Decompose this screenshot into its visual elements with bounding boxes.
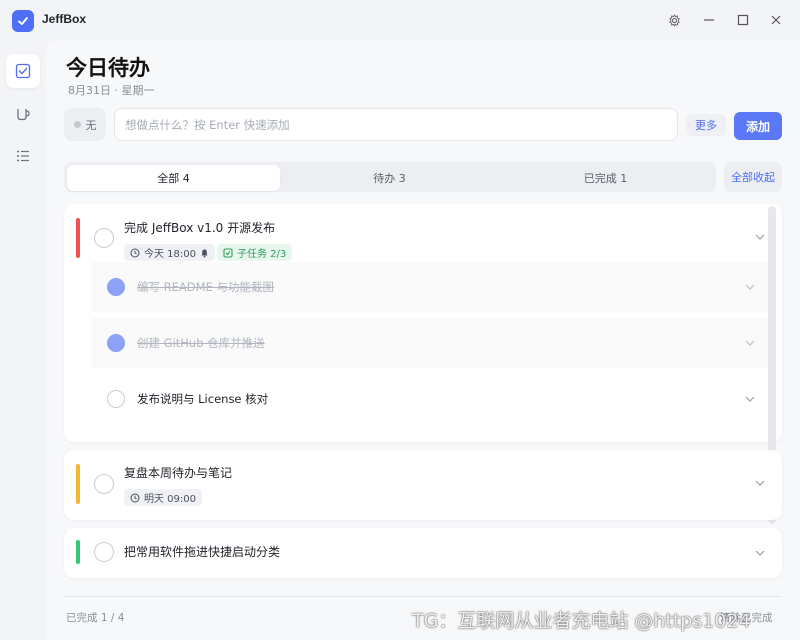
task-title[interactable]: 完成 JeffBox v1.0 开源发布 — [124, 219, 275, 236]
minimize-button[interactable] — [697, 8, 721, 32]
subtask-checkbox[interactable] — [107, 278, 125, 296]
subtask-row: 编写 README 与功能截图 — [92, 262, 768, 312]
footer-divider — [64, 596, 782, 597]
new-task-input[interactable] — [114, 108, 678, 141]
bell-icon — [201, 249, 208, 257]
rail-item-tasks[interactable] — [6, 54, 40, 88]
settings-button[interactable] — [662, 8, 686, 32]
close-button[interactable] — [764, 8, 788, 32]
completed-count: 已完成 1 / 4 — [66, 612, 125, 624]
task-title[interactable]: 把常用软件拖进快捷启动分类 — [124, 543, 280, 560]
due-badge: 今天 18:00 — [124, 244, 215, 261]
subtask-badge: 子任务 2/3 — [217, 244, 293, 261]
chevron-down-icon[interactable] — [743, 336, 757, 350]
page-title: 今日待办 — [66, 56, 150, 80]
clock-icon — [130, 248, 140, 257]
due-text: 今天 18:00 — [144, 249, 196, 260]
task-card: 复盘本周待办与笔记 明天 09:00 — [64, 450, 782, 520]
priority-selector[interactable]: 无 — [64, 108, 106, 141]
app-logo — [12, 10, 34, 32]
task-checkbox[interactable] — [94, 542, 114, 562]
subtask-checkbox[interactable] — [107, 390, 125, 408]
chevron-down-icon[interactable] — [753, 476, 767, 490]
chevron-down-icon[interactable] — [753, 230, 767, 244]
collapse-all-button[interactable]: 全部收起 — [724, 162, 782, 192]
page-subtitle: 8月31日 · 星期一 — [68, 84, 155, 97]
task-checkbox[interactable] — [94, 474, 114, 494]
priority-bar — [76, 540, 80, 564]
close-icon — [771, 15, 781, 25]
settings-icon — [668, 13, 680, 27]
subtask-row: 创建 GitHub 仓库并推送 — [92, 318, 768, 368]
rail-item-quick[interactable] — [6, 97, 40, 131]
title-bar: JeffBox — [0, 0, 800, 40]
maximize-button[interactable] — [731, 8, 755, 32]
check-icon — [18, 17, 28, 25]
app-title: JeffBox — [42, 12, 87, 26]
rail-item-list[interactable] — [6, 139, 40, 173]
watermark: TG：互联网从业者充电站 @https1024 — [412, 610, 751, 632]
minimize-icon — [704, 19, 714, 21]
tab-done[interactable]: 已完成 1 — [499, 165, 712, 191]
cup-icon — [17, 109, 30, 121]
subtask-title[interactable]: 发布说明与 License 核对 — [137, 391, 268, 407]
chevron-down-icon[interactable] — [743, 392, 757, 406]
priority-bar — [76, 218, 80, 258]
add-button[interactable]: 添加 — [734, 112, 782, 140]
tab-todo[interactable]: 待办 3 — [283, 165, 496, 191]
due-badge: 明天 09:00 — [124, 489, 202, 506]
tasks-icon — [15, 63, 31, 79]
more-button[interactable]: 更多 — [686, 114, 726, 136]
priority-dot-icon — [73, 121, 81, 128]
priority-bar — [76, 464, 80, 504]
priority-label: 无 — [85, 118, 97, 132]
list-icon — [17, 150, 29, 162]
subtask-count: 子任务 2/3 — [237, 249, 287, 260]
task-title[interactable]: 复盘本周待办与笔记 — [124, 464, 232, 481]
task-card: 完成 JeffBox v1.0 开源发布 今天 18:00 子任务 2/3 编写… — [64, 204, 782, 442]
chevron-down-icon[interactable] — [753, 546, 767, 560]
subtask-title[interactable]: 创建 GitHub 仓库并推送 — [137, 335, 265, 351]
main-panel: 今日待办 8月31日 · 星期一 无 更多 添加 全部 4 待办 3 已完成 1… — [46, 40, 800, 640]
filter-tabs: 全部 4 待办 3 已完成 1 — [64, 162, 716, 192]
maximize-icon — [737, 14, 749, 26]
subtask-title[interactable]: 编写 README 与功能截图 — [137, 279, 274, 295]
tab-all[interactable]: 全部 4 — [67, 165, 280, 191]
subtask-icon — [223, 247, 233, 258]
chevron-down-icon[interactable] — [743, 280, 757, 294]
task-checkbox[interactable] — [94, 228, 114, 248]
due-text: 明天 09:00 — [144, 494, 196, 505]
task-card: 把常用软件拖进快捷启动分类 — [64, 528, 782, 578]
subtask-row: 发布说明与 License 核对 — [92, 374, 768, 424]
side-rail — [0, 40, 46, 640]
clock-icon — [130, 493, 140, 502]
subtask-checkbox[interactable] — [107, 334, 125, 352]
